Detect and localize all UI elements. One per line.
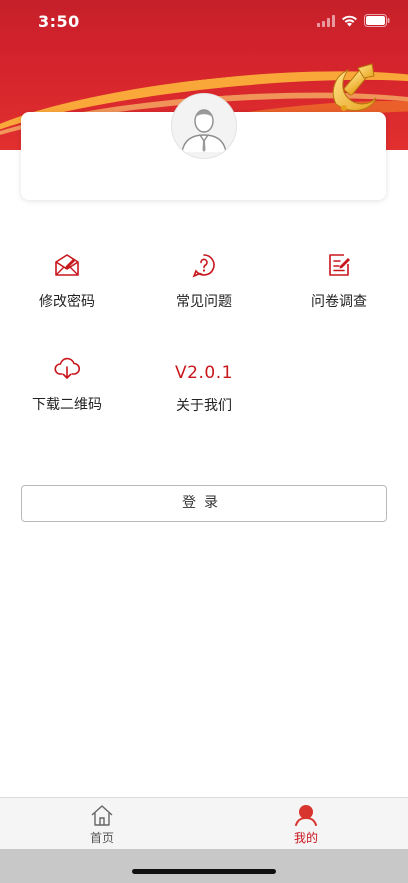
menu-label: 下载二维码 [32,397,102,413]
home-indicator [132,869,276,874]
menu-download-qrcode[interactable]: 下载二维码 [7,354,127,414]
home-icon [91,805,113,826]
login-button[interactable]: 登录 [21,485,387,522]
tab-mine[interactable]: 我的 [266,804,346,846]
menu-survey[interactable]: 问卷调查 [279,251,399,311]
menu-change-password[interactable]: 修改密码 [7,251,127,311]
envelope-edit-icon [55,254,79,276]
menu-faq[interactable]: 常见问题 [144,251,264,311]
menu-label: 常见问题 [176,294,232,310]
signal-icon [317,14,335,27]
menu-label: 修改密码 [39,294,95,310]
profile-icon [295,805,317,826]
menu-label: 问卷调查 [311,294,367,310]
tab-bar: 首页 我的 [0,797,408,850]
tab-home[interactable]: 首页 [62,804,142,846]
app-version: V2.0.1 [175,363,233,383]
question-bubble-icon [192,254,215,278]
cloud-download-icon [54,357,80,379]
status-icons [317,14,390,27]
home-indicator-area [0,849,408,883]
tab-label: 首页 [89,831,114,845]
user-avatar-icon [172,94,236,158]
status-time: 3:50 [38,12,80,31]
menu-label: 关于我们 [176,398,232,414]
tab-label: 我的 [293,831,318,845]
menu-about-us[interactable]: V2.0.1 关于我们 [144,359,264,415]
wifi-icon [342,15,357,26]
survey-edit-icon [329,254,350,276]
status-bar: 3:50 [0,0,408,44]
battery-icon [364,14,390,27]
avatar[interactable] [171,93,237,159]
